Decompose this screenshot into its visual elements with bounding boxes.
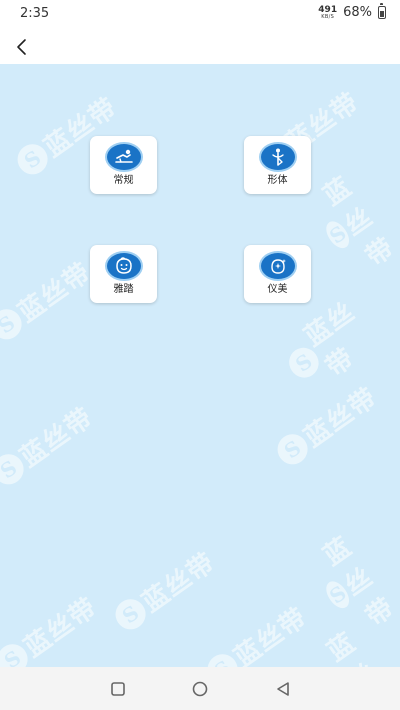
tile-label: 雅踏 (113, 284, 134, 295)
category-grid-area: S 蓝丝带 S 蓝丝带 S 蓝丝带 S 蓝丝带 S 蓝丝带 S 蓝丝带 S 蓝丝… (0, 64, 400, 667)
watermark: S 蓝丝带 (0, 398, 99, 493)
network-speed: 491 KB/S (318, 5, 337, 20)
tile-beauty[interactable]: 仪美 (244, 245, 311, 303)
battery-percent: 68% (343, 5, 372, 20)
tile-elegance[interactable]: 雅踏 (90, 245, 157, 303)
recents-square-icon (111, 682, 125, 696)
watermark-text: 蓝丝带 (318, 171, 400, 273)
battery-icon (378, 3, 386, 19)
home-button[interactable] (185, 676, 215, 702)
watermark-text: 蓝丝带 (229, 602, 313, 667)
back-button[interactable] (8, 32, 36, 62)
top-app-bar (0, 30, 400, 64)
watermark: S 蓝丝带 (298, 154, 400, 285)
tile-regular[interactable]: 常规 (90, 136, 157, 194)
body-shape-icon (271, 148, 284, 166)
home-circle-icon (192, 681, 208, 697)
sparkle-face-icon (270, 259, 286, 274)
status-indicators: 491 KB/S 68% (318, 3, 386, 20)
tile-icon-circle (260, 253, 295, 279)
baby-face-icon (115, 257, 132, 274)
tile-icon-circle (106, 144, 141, 170)
watermark-text: 蓝丝带 (137, 547, 221, 619)
status-bar: 2:35 491 KB/S 68% (0, 0, 400, 30)
tile-icon-circle (260, 144, 295, 170)
system-back-button[interactable] (268, 676, 298, 702)
tile-body-shape[interactable]: 形体 (244, 136, 311, 194)
watermark-text: 蓝丝带 (19, 592, 103, 664)
watermark: S 蓝丝带 (0, 588, 103, 667)
system-navigation-bar (0, 667, 400, 710)
status-time: 2:35 (20, 6, 50, 21)
person-exercise-icon (114, 149, 133, 163)
watermark: S 蓝丝带 (0, 253, 97, 348)
tile-label: 仪美 (267, 284, 288, 295)
back-triangle-icon (277, 682, 289, 696)
recents-button[interactable] (103, 676, 133, 702)
watermark: S 蓝丝带 (199, 598, 313, 667)
network-speed-unit: KB/S (321, 13, 335, 20)
tile-label: 形体 (267, 175, 288, 186)
tile-label: 常规 (113, 175, 134, 186)
tile-icon-circle (106, 253, 141, 279)
chevron-left-icon (17, 39, 26, 55)
watermark: S 蓝丝带 (107, 543, 221, 638)
watermark-text: 蓝丝带 (15, 402, 99, 474)
watermark-text: 蓝丝带 (13, 257, 97, 329)
